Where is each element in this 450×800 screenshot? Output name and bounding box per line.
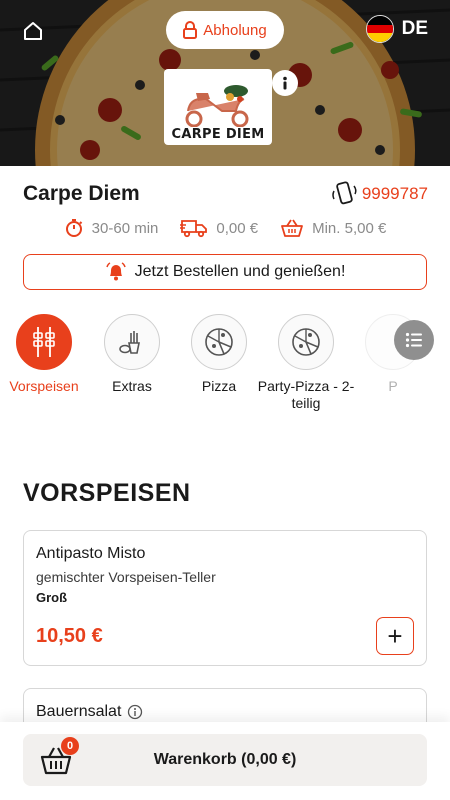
fries-icon xyxy=(119,331,140,354)
skewer-icon xyxy=(33,327,55,357)
phone-ringing-icon xyxy=(332,181,357,205)
item-name: Antipasto Misto xyxy=(36,545,146,562)
category-vorspeisen[interactable]: Vorspeisen xyxy=(9,314,79,395)
category-party-pizza[interactable]: Party-Pizza - 2-teilig xyxy=(258,314,354,412)
item-name-row: Bauernsalat xyxy=(36,703,143,721)
category-label: P xyxy=(388,378,398,394)
delivery-truck-icon xyxy=(180,220,208,238)
item-description: gemischter Vorspeisen-Teller xyxy=(36,569,216,585)
pizza-icon xyxy=(205,328,233,356)
restaurant-logo: CARPE DIEM xyxy=(164,69,272,145)
logo-text: CARPE DIEM xyxy=(171,127,265,142)
order-now-banner[interactable]: Jetzt Bestellen und genießen! xyxy=(23,254,427,290)
pizza-icon xyxy=(292,328,320,356)
category-list-button[interactable] xyxy=(394,320,434,360)
bell-icon xyxy=(105,262,126,281)
menu-item-card[interactable]: Antipasto Misto gemischter Vorspeisen-Te… xyxy=(23,530,427,666)
scooter-logo-icon xyxy=(185,85,249,127)
category-icon-wrapper xyxy=(104,314,160,370)
pickup-toggle-button[interactable]: Abholung xyxy=(166,11,284,49)
cart-label: Warenkorb (0,00 €) xyxy=(153,751,297,768)
cart-bar: 0 Warenkorb (0,00 €) xyxy=(0,722,450,800)
home-button[interactable] xyxy=(18,16,48,46)
phone-number: 9999787 xyxy=(361,184,428,203)
item-name: Bauernsalat xyxy=(36,703,122,720)
delivery-fee-text: 0,00 € xyxy=(216,219,259,237)
cart-count-badge: 0 xyxy=(61,737,79,755)
order-banner-text: Jetzt Bestellen und genießen! xyxy=(134,263,346,280)
language-code: DE xyxy=(401,18,428,39)
category-icon-wrapper xyxy=(16,314,72,370)
category-bar: Vorspeisen Extras Pizza Party-Pizza - 2-… xyxy=(0,314,450,424)
category-label: Vorspeisen xyxy=(9,378,79,394)
info-icon[interactable] xyxy=(127,704,143,720)
basket-icon xyxy=(281,219,303,237)
home-icon xyxy=(24,22,42,40)
phone-link[interactable]: 9999787 xyxy=(330,181,428,207)
restaurant-info-button[interactable] xyxy=(272,70,298,96)
minimum-order-text: Min. 5,00 € xyxy=(312,219,387,237)
delivery-time: 30-60 min xyxy=(64,218,159,238)
pickup-label: Abholung xyxy=(203,21,267,39)
category-extras[interactable]: Extras xyxy=(103,314,161,395)
language-selector[interactable]: DE xyxy=(365,15,428,43)
restaurant-meta: 30-60 min 0,00 € Min. 5,00 € xyxy=(0,218,450,238)
hero-banner: Abholung DE CARPE DIEM xyxy=(0,0,450,166)
category-icon-wrapper xyxy=(191,314,247,370)
add-to-cart-button[interactable]: + xyxy=(376,617,414,655)
german-flag-icon xyxy=(365,15,394,43)
delivery-fee: 0,00 € xyxy=(180,218,258,238)
stopwatch-icon xyxy=(65,219,82,237)
category-label: Extras xyxy=(112,378,152,394)
restaurant-name: Carpe Diem xyxy=(23,182,140,205)
item-price: 10,50 € xyxy=(36,625,103,647)
info-icon xyxy=(283,76,287,90)
delivery-time-text: 30-60 min xyxy=(91,219,159,237)
section-title: VORSPEISEN xyxy=(23,479,191,507)
category-label: Pizza xyxy=(201,378,237,394)
category-icon-wrapper xyxy=(278,314,334,370)
minimum-order: Min. 5,00 € xyxy=(280,218,386,238)
lock-icon xyxy=(183,21,198,39)
item-size: Groß xyxy=(36,590,68,605)
list-icon xyxy=(405,332,422,348)
category-label: Party-Pizza - 2-teilig xyxy=(257,378,355,411)
category-pizza[interactable]: Pizza xyxy=(190,314,248,395)
cart-button[interactable]: 0 Warenkorb (0,00 €) xyxy=(23,734,427,786)
